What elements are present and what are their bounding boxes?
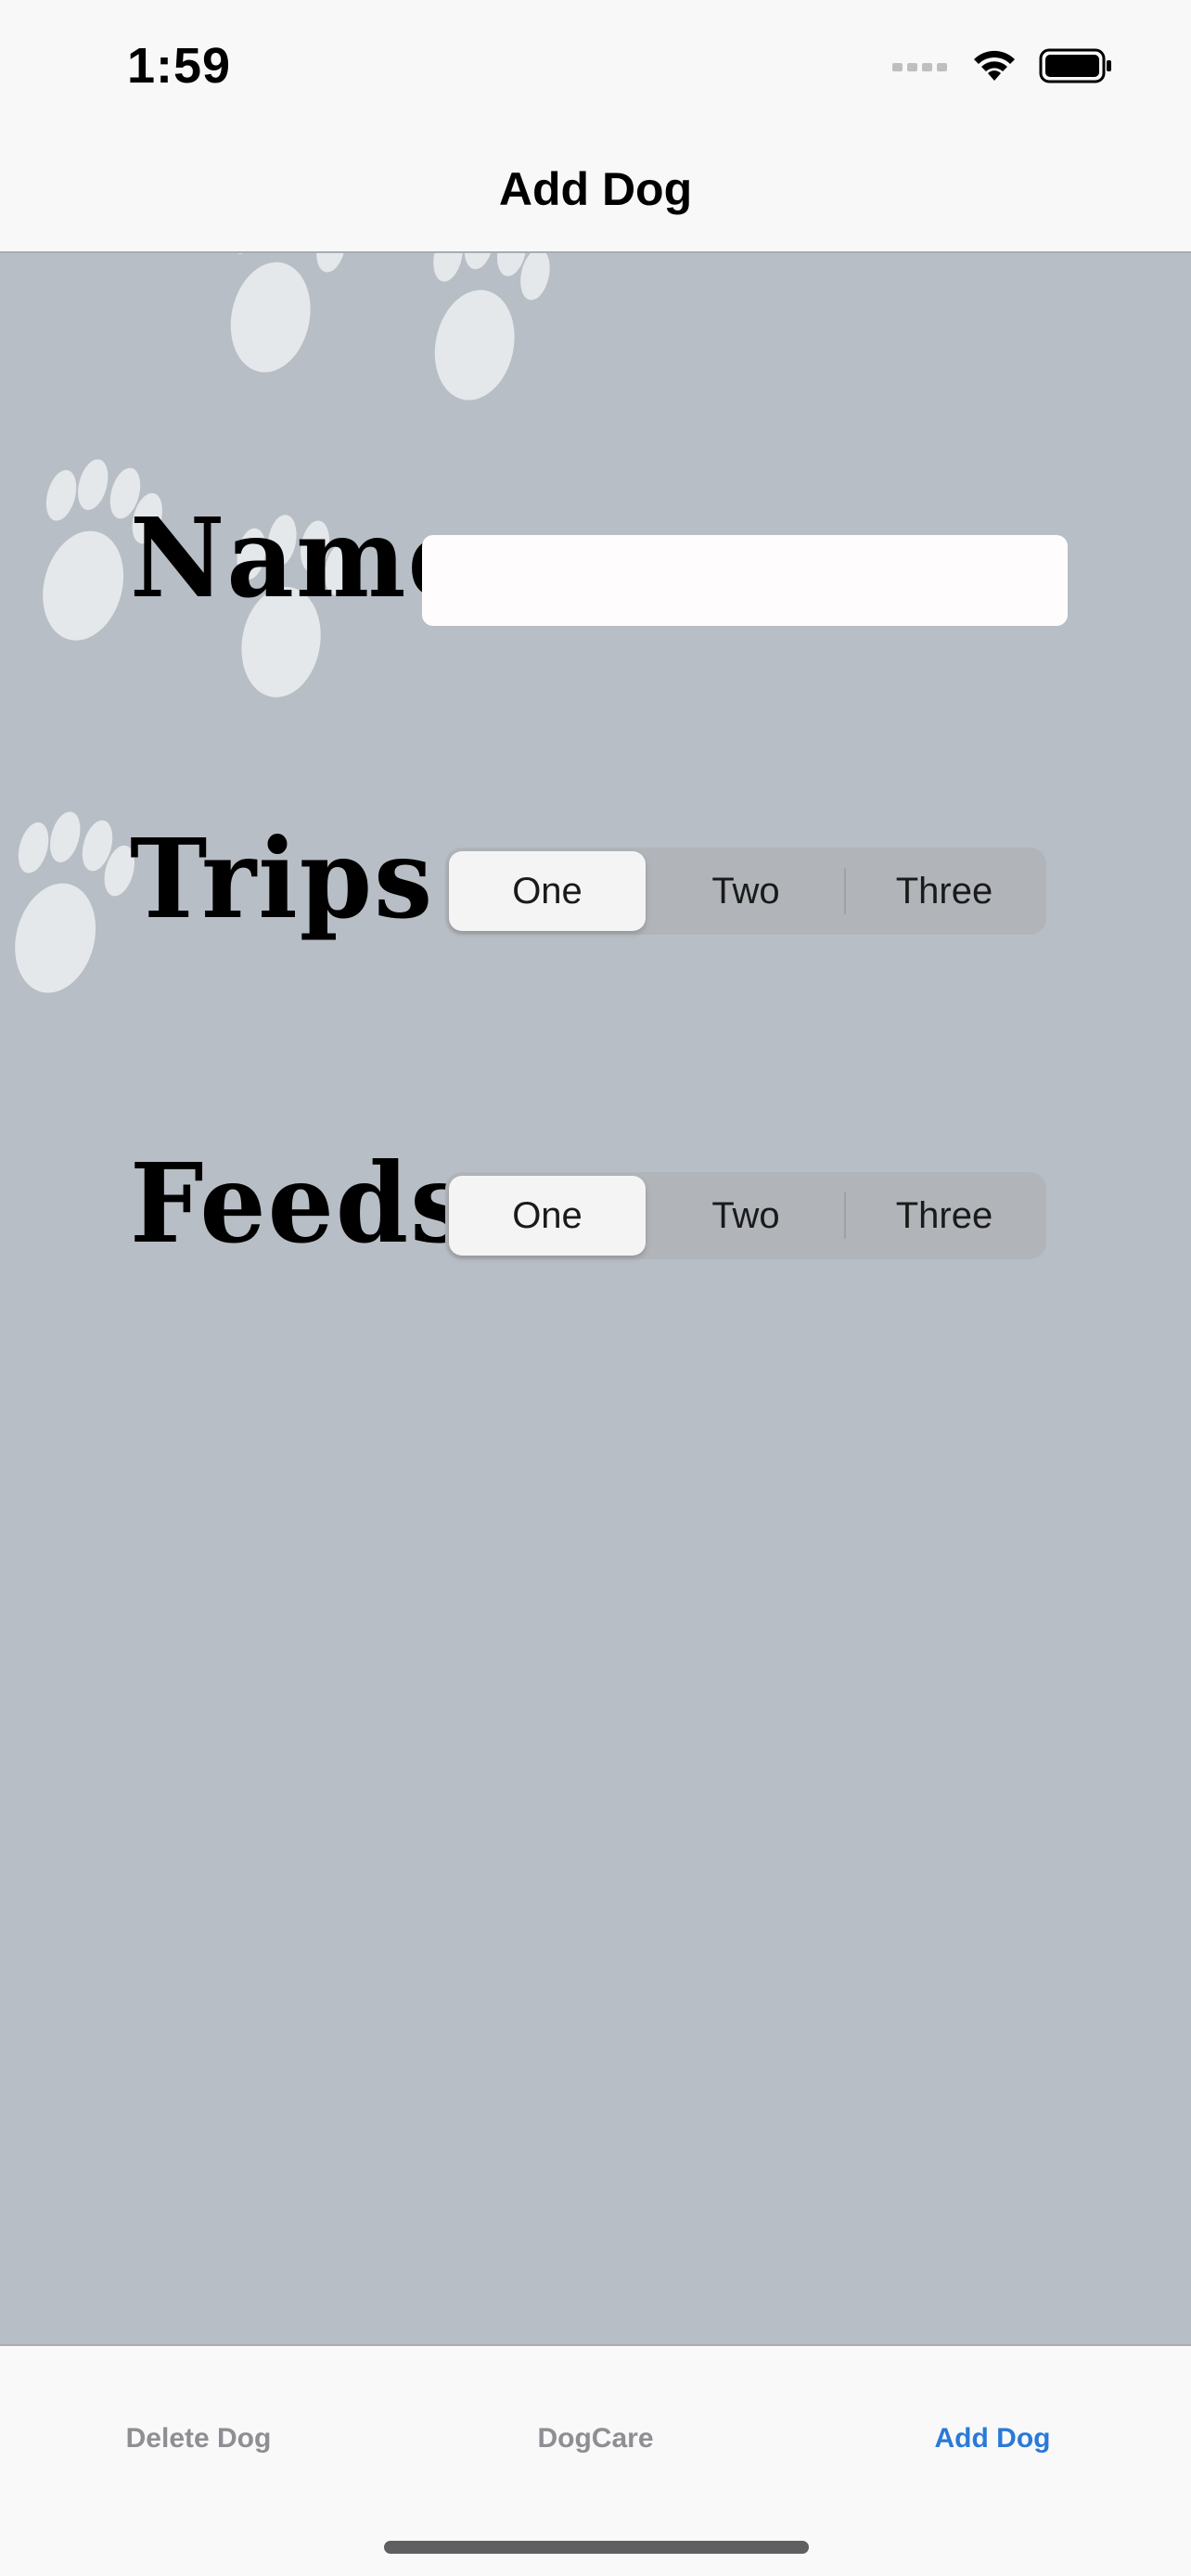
status-icons	[892, 45, 1113, 91]
name-input[interactable]	[422, 535, 1068, 626]
battery-icon	[1039, 47, 1113, 89]
feeds-segment-three[interactable]: Three	[846, 1176, 1043, 1256]
form-content: Name Trips One Two Three Feeds One Two T…	[0, 253, 1191, 2344]
navigation-bar: Add Dog	[0, 139, 1191, 253]
tab-bar: Delete Dog DogCare Add Dog	[0, 2344, 1191, 2576]
trips-segment-one[interactable]: One	[449, 851, 646, 931]
page-title: Add Dog	[498, 163, 693, 215]
add-dog-screen: 1:59 Add Dog Name Trips One Two Three Fe…	[0, 0, 1191, 2576]
trips-segmented-control[interactable]: One Two Three	[445, 848, 1046, 935]
trips-label: Trips	[130, 815, 435, 944]
tab-add-dog[interactable]: Add Dog	[794, 2402, 1191, 2476]
feeds-segment-two[interactable]: Two	[647, 1176, 844, 1256]
wifi-icon	[970, 47, 1018, 89]
tab-delete-dog[interactable]: Delete Dog	[0, 2402, 397, 2476]
feeds-segmented-control[interactable]: One Two Three	[445, 1172, 1046, 1259]
home-indicator[interactable]	[384, 2541, 809, 2554]
cellular-signal-icon	[892, 59, 950, 77]
tab-dogcare[interactable]: DogCare	[397, 2402, 794, 2476]
trips-segment-three[interactable]: Three	[846, 851, 1043, 931]
status-time: 1:59	[127, 38, 232, 94]
status-bar: 1:59	[0, 0, 1191, 139]
paw-print-background	[0, 253, 558, 1007]
feeds-segment-one[interactable]: One	[449, 1176, 646, 1256]
feeds-label: Feeds	[130, 1140, 471, 1269]
trips-segment-two[interactable]: Two	[647, 851, 844, 931]
